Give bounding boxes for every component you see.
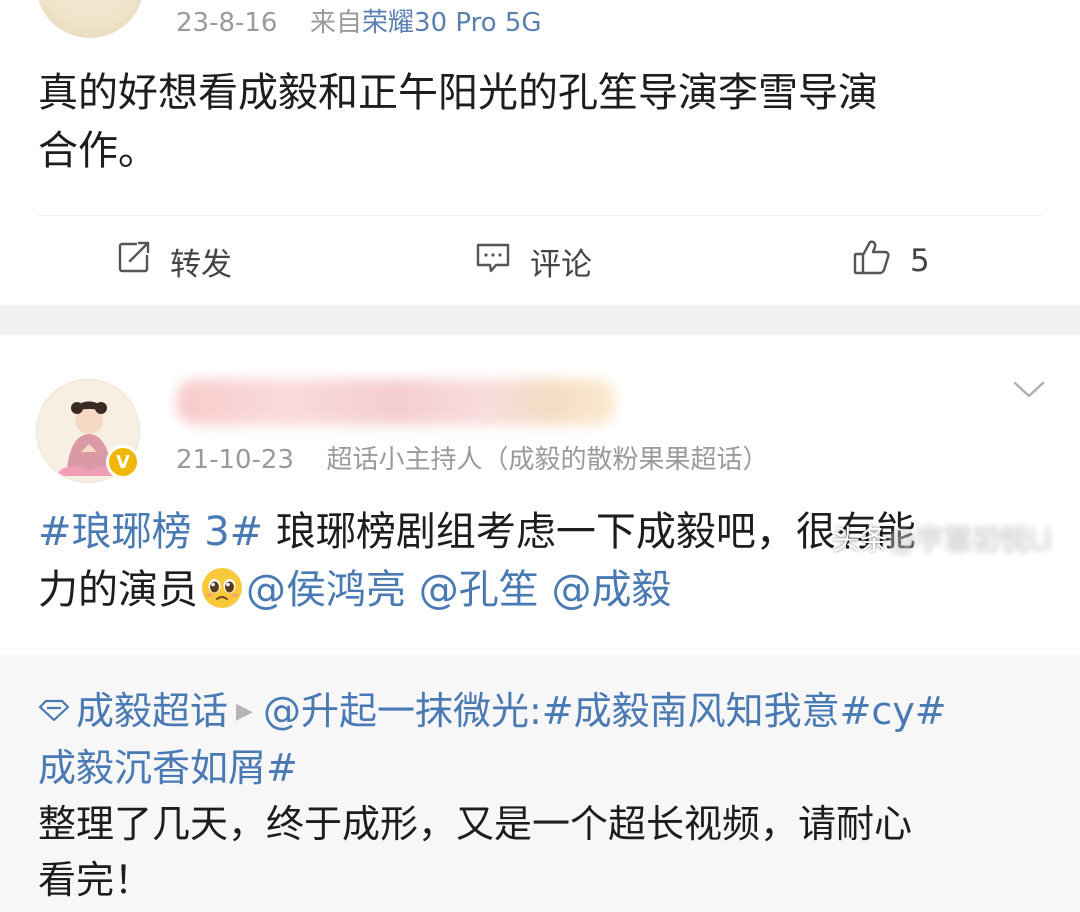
triangle-right-icon: ▶ bbox=[236, 699, 253, 724]
feed-gap bbox=[0, 305, 1080, 335]
comment-button[interactable]: 评论 bbox=[474, 230, 592, 292]
hashtag-link[interactable]: 成毅沉香如屑# bbox=[38, 746, 298, 790]
post-meta: 21-10-23 超话小主持人（成毅的散粉果果超话） bbox=[176, 439, 769, 476]
username-blurred[interactable] bbox=[176, 379, 616, 425]
like-button[interactable]: 5 bbox=[852, 230, 930, 292]
post-date: 21-10-23 bbox=[176, 445, 295, 475]
quoted-line: 整理了几天，终于成形，又是一个超长视频，请耐心 bbox=[38, 802, 913, 846]
comment-icon bbox=[474, 239, 530, 283]
verified-badge: V bbox=[106, 445, 140, 479]
watermark-prefix: 头条 bbox=[832, 523, 889, 556]
quoted-line: 成毅沉香如屑# bbox=[38, 740, 1048, 796]
comment-label: 评论 bbox=[530, 246, 592, 283]
supertopic-link[interactable]: 成毅超话 bbox=[76, 689, 228, 733]
device-link[interactable]: 荣耀30 Pro 5G bbox=[362, 8, 542, 38]
like-count: 5 bbox=[910, 243, 930, 279]
post-card-1: 23-8-16 来自荣耀30 Pro 5G 真的好想看成毅和正午阳光的孔笙导演李… bbox=[0, 0, 1080, 305]
user-role: 超话小主持人（成毅的散粉果果超话） bbox=[326, 445, 769, 475]
post-text: 琅琊榜剧组考虑一下成毅吧，很有能 bbox=[263, 509, 916, 555]
repost-label: 转发 bbox=[170, 246, 232, 283]
divider bbox=[38, 215, 1042, 216]
action-bar: 转发 评论 5 bbox=[0, 230, 1080, 292]
quoted-post[interactable]: 成毅超话 ▶ @升起一抹微光:#成毅南风知我意#cy# 成毅沉香如屑# 整理了几天，… bbox=[0, 655, 1080, 912]
quoted-line: 成毅超话 ▶ @升起一抹微光:#成毅南风知我意#cy# bbox=[38, 681, 1048, 740]
mention-link[interactable]: @成毅 bbox=[551, 567, 671, 613]
mention-link[interactable]: @孔笙 bbox=[419, 567, 539, 613]
source-prefix: 来自 bbox=[310, 8, 363, 38]
repost-button[interactable]: 转发 bbox=[116, 230, 232, 292]
quoted-author-link[interactable]: @升起一抹微光:#成毅南风知我意#cy# bbox=[263, 689, 947, 733]
post-text-line: 真的好想看成毅和正午阳光的孔笙导演李雪导演 bbox=[38, 70, 878, 116]
quoted-line: 看完！ bbox=[38, 858, 153, 902]
avatar[interactable] bbox=[36, 0, 144, 38]
chevron-down-icon[interactable] bbox=[1012, 379, 1046, 405]
quoted-content: 成毅超话 ▶ @升起一抹微光:#成毅南风知我意#cy# 成毅沉香如屑# 整理了几天，… bbox=[38, 681, 1048, 908]
post-text: 力的演员 bbox=[38, 567, 198, 613]
watermark-handle: @宇慧初悦Li bbox=[888, 523, 1052, 556]
post-content: 真的好想看成毅和正午阳光的孔笙导演李雪导演 合作。 bbox=[38, 64, 1048, 180]
hashtag-link[interactable]: #琅琊榜 3# bbox=[38, 509, 263, 555]
post-meta: 23-8-16 来自荣耀30 Pro 5G bbox=[176, 2, 542, 39]
post-text-line: 力的演员 @侯鸿亮 @孔笙 @成毅 bbox=[38, 561, 1048, 619]
post-card-2: V 21-10-23 超话小主持人（成毅的散粉果果超话） #琅琊榜 3# 琅琊榜… bbox=[0, 335, 1080, 912]
mention-link[interactable]: @侯鸿亮 bbox=[246, 567, 406, 613]
diamond-icon bbox=[38, 681, 70, 737]
post-date: 23-8-16 bbox=[176, 8, 278, 38]
share-icon bbox=[116, 239, 170, 283]
pleading-face-emoji bbox=[200, 566, 244, 610]
post-text-line: 合作。 bbox=[38, 128, 158, 174]
watermark: 头条@宇慧初悦Li bbox=[832, 518, 1080, 568]
thumbs-up-icon bbox=[852, 238, 910, 284]
